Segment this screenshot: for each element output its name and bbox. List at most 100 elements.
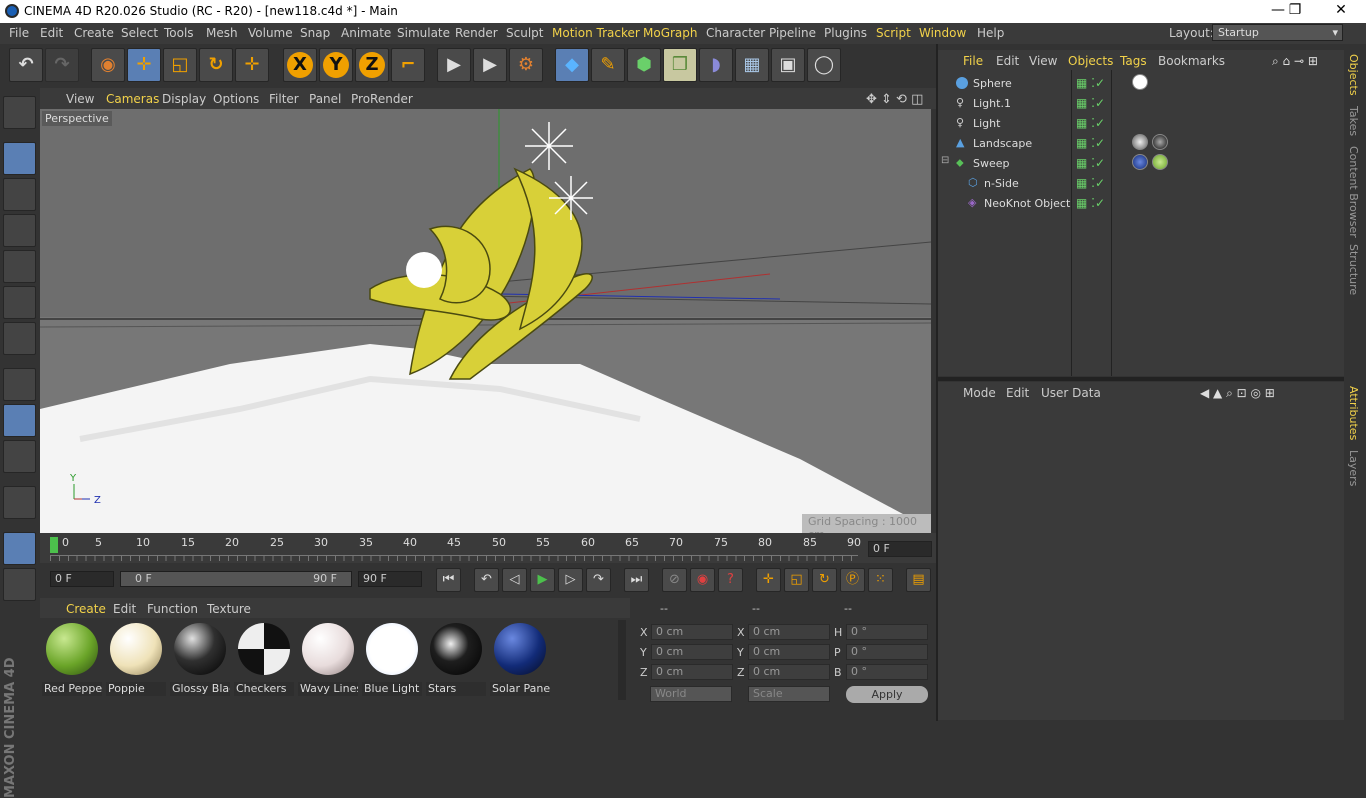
menu-mograph[interactable]: MoGraph bbox=[643, 26, 698, 40]
menu-help[interactable]: Help bbox=[977, 26, 1004, 40]
object-row-sphere[interactable]: Sphere ▦ ⁚✓ bbox=[938, 73, 1344, 93]
material-tag[interactable] bbox=[1132, 134, 1148, 150]
render-picture-viewer-button[interactable]: ▶ bbox=[473, 48, 507, 82]
current-frame-field[interactable]: 0 F bbox=[868, 541, 932, 557]
3d-viewport[interactable]: Y Z Perspective Grid Spacing : 1000 cm bbox=[40, 109, 931, 533]
timeline[interactable]: 0 5 10 15 20 25 30 35 40 45 50 55 60 65 … bbox=[40, 533, 936, 563]
layout-select[interactable]: Startup ▾ bbox=[1212, 24, 1343, 41]
menu-plugins[interactable]: Plugins bbox=[824, 26, 867, 40]
undo-button[interactable]: ↶ bbox=[9, 48, 43, 82]
add-deformer-button[interactable]: ◗ bbox=[699, 48, 733, 82]
menu-script[interactable]: Script bbox=[876, 26, 911, 40]
menu-render[interactable]: Render bbox=[455, 26, 498, 40]
redo-button[interactable]: ↷ bbox=[45, 48, 79, 82]
workplane-grid-button[interactable] bbox=[3, 532, 36, 565]
add-array-button[interactable]: ❒ bbox=[663, 48, 697, 82]
previous-key-button[interactable]: ↶ bbox=[474, 568, 499, 592]
object-menu-edit[interactable]: Edit bbox=[996, 54, 1019, 68]
points-mode-button[interactable] bbox=[3, 250, 36, 283]
make-editable-button[interactable] bbox=[3, 96, 36, 129]
menu-motion-tracker[interactable]: Motion Tracker bbox=[552, 26, 640, 40]
axis-mode-button[interactable] bbox=[3, 368, 36, 401]
viewport-navigation-icon[interactable]: ✥ ⇕ ⟲ ◫ bbox=[866, 92, 923, 107]
visibility-check-icon[interactable]: ▦ ⁚✓ bbox=[1076, 196, 1105, 210]
menu-animate[interactable]: Animate bbox=[341, 26, 391, 40]
go-to-start-button[interactable]: ⏮ bbox=[436, 568, 461, 592]
key-parameter-button[interactable]: Ⓟ bbox=[840, 568, 865, 592]
scale-mode-select[interactable]: Scale bbox=[748, 686, 830, 702]
end-frame-field[interactable]: 90 F bbox=[358, 571, 422, 587]
tab-structure[interactable]: Structure bbox=[1347, 244, 1360, 295]
next-key-button[interactable]: ↷ bbox=[586, 568, 611, 592]
position-y-field[interactable]: 0 cm bbox=[651, 644, 733, 660]
workplane-button[interactable] bbox=[3, 214, 36, 247]
add-floor-button[interactable]: ▦ bbox=[735, 48, 769, 82]
panel-divider[interactable] bbox=[936, 44, 938, 721]
tab-layers[interactable]: Layers bbox=[1347, 450, 1360, 486]
menu-volume[interactable]: Volume bbox=[248, 26, 293, 40]
menu-create[interactable]: Create bbox=[74, 26, 114, 40]
attributes-nav-icon[interactable]: ◀ ▲ ⌕ ⊡ ◎ ⊞ bbox=[1200, 386, 1275, 401]
edges-mode-button[interactable] bbox=[3, 286, 36, 319]
tab-takes[interactable]: Takes bbox=[1347, 106, 1360, 136]
material-menu-texture[interactable]: Texture bbox=[207, 602, 251, 616]
render-view-button[interactable]: ▶ bbox=[437, 48, 471, 82]
visibility-check-icon[interactable]: ▦ ⁚✓ bbox=[1076, 136, 1105, 150]
material-tag[interactable] bbox=[1152, 154, 1168, 170]
menu-edit[interactable]: Edit bbox=[40, 26, 63, 40]
object-menu-view[interactable]: View bbox=[1029, 54, 1057, 68]
object-row-landscape[interactable]: ▲ Landscape ▦ ⁚✓ bbox=[938, 133, 1344, 153]
previous-frame-button[interactable]: ◁ bbox=[502, 568, 527, 592]
maximize-button[interactable]: ❐ bbox=[1280, 2, 1310, 20]
material-swatch[interactable]: Solar Panel bbox=[490, 620, 550, 698]
add-generator-button[interactable]: ⬢ bbox=[627, 48, 661, 82]
snap-button[interactable] bbox=[3, 486, 36, 519]
next-frame-button[interactable]: ▷ bbox=[558, 568, 583, 592]
key-scale-button[interactable]: ◱ bbox=[784, 568, 809, 592]
add-camera-button[interactable]: ▣ bbox=[771, 48, 805, 82]
menu-tools[interactable]: Tools bbox=[164, 26, 194, 40]
material-tag[interactable] bbox=[1132, 74, 1148, 90]
attributes-menu-edit[interactable]: Edit bbox=[1006, 386, 1029, 400]
render-settings-button[interactable]: ⚙ bbox=[509, 48, 543, 82]
size-y-field[interactable]: 0 cm bbox=[748, 644, 830, 660]
size-z-field[interactable]: 0 cm bbox=[748, 664, 830, 680]
solo-button[interactable] bbox=[3, 440, 36, 473]
viewport-menu-cameras[interactable]: Cameras bbox=[106, 92, 159, 106]
menu-snap[interactable]: Snap bbox=[300, 26, 330, 40]
object-search-icon[interactable]: ⌕ ⌂ ⊸ ⊞ bbox=[1272, 54, 1318, 69]
tab-objects[interactable]: Objects bbox=[1347, 54, 1360, 96]
autokey-button[interactable]: ◉ bbox=[690, 568, 715, 592]
visibility-check-icon[interactable]: ▦ ⁚✓ bbox=[1076, 116, 1105, 130]
material-scrollbar[interactable] bbox=[618, 620, 626, 700]
menu-select[interactable]: Select bbox=[121, 26, 158, 40]
viewport-menu-prorender[interactable]: ProRender bbox=[351, 92, 413, 106]
object-menu-file[interactable]: File bbox=[963, 54, 983, 68]
material-swatch[interactable]: Blue Light bbox=[362, 620, 422, 698]
viewport-menu-filter[interactable]: Filter bbox=[269, 92, 299, 106]
rotation-p-field[interactable]: 0 ° bbox=[846, 644, 928, 660]
start-frame-field[interactable]: 0 F bbox=[50, 571, 114, 587]
viewport-menu-display[interactable]: Display bbox=[162, 92, 206, 106]
material-menu-edit[interactable]: Edit bbox=[113, 602, 136, 616]
material-menu-create[interactable]: Create bbox=[66, 602, 106, 616]
menu-character[interactable]: Character bbox=[706, 26, 765, 40]
object-row-light-1[interactable]: ♀ Light.1 ▦ ⁚✓ bbox=[938, 93, 1344, 113]
tab-content-browser[interactable]: Content Browser bbox=[1347, 146, 1360, 238]
range-slider[interactable]: 0 F 90 F bbox=[120, 571, 352, 587]
material-swatch[interactable]: Glossy Blac bbox=[170, 620, 230, 698]
playhead-marker[interactable] bbox=[50, 537, 58, 553]
material-swatch[interactable]: Checkers bbox=[234, 620, 294, 698]
panel-divider[interactable] bbox=[938, 377, 1344, 381]
coordinate-mode-select[interactable]: World bbox=[650, 686, 732, 702]
key-pla-button[interactable]: ⁙ bbox=[868, 568, 893, 592]
material-tag[interactable] bbox=[1132, 154, 1148, 170]
coordinate-system-button[interactable]: ⌐ bbox=[391, 48, 425, 82]
attributes-menu-user-data[interactable]: User Data bbox=[1041, 386, 1101, 400]
object-row-neoknot[interactable]: ◈ NeoKnot Object ▦ ⁚✓ bbox=[938, 193, 1344, 213]
rotate-tool-button[interactable]: ↻ bbox=[199, 48, 233, 82]
texture-mode-button[interactable] bbox=[3, 178, 36, 211]
material-swatch[interactable]: Stars bbox=[426, 620, 486, 698]
add-light-button[interactable]: ◯ bbox=[807, 48, 841, 82]
rotation-h-field[interactable]: 0 ° bbox=[846, 624, 928, 640]
